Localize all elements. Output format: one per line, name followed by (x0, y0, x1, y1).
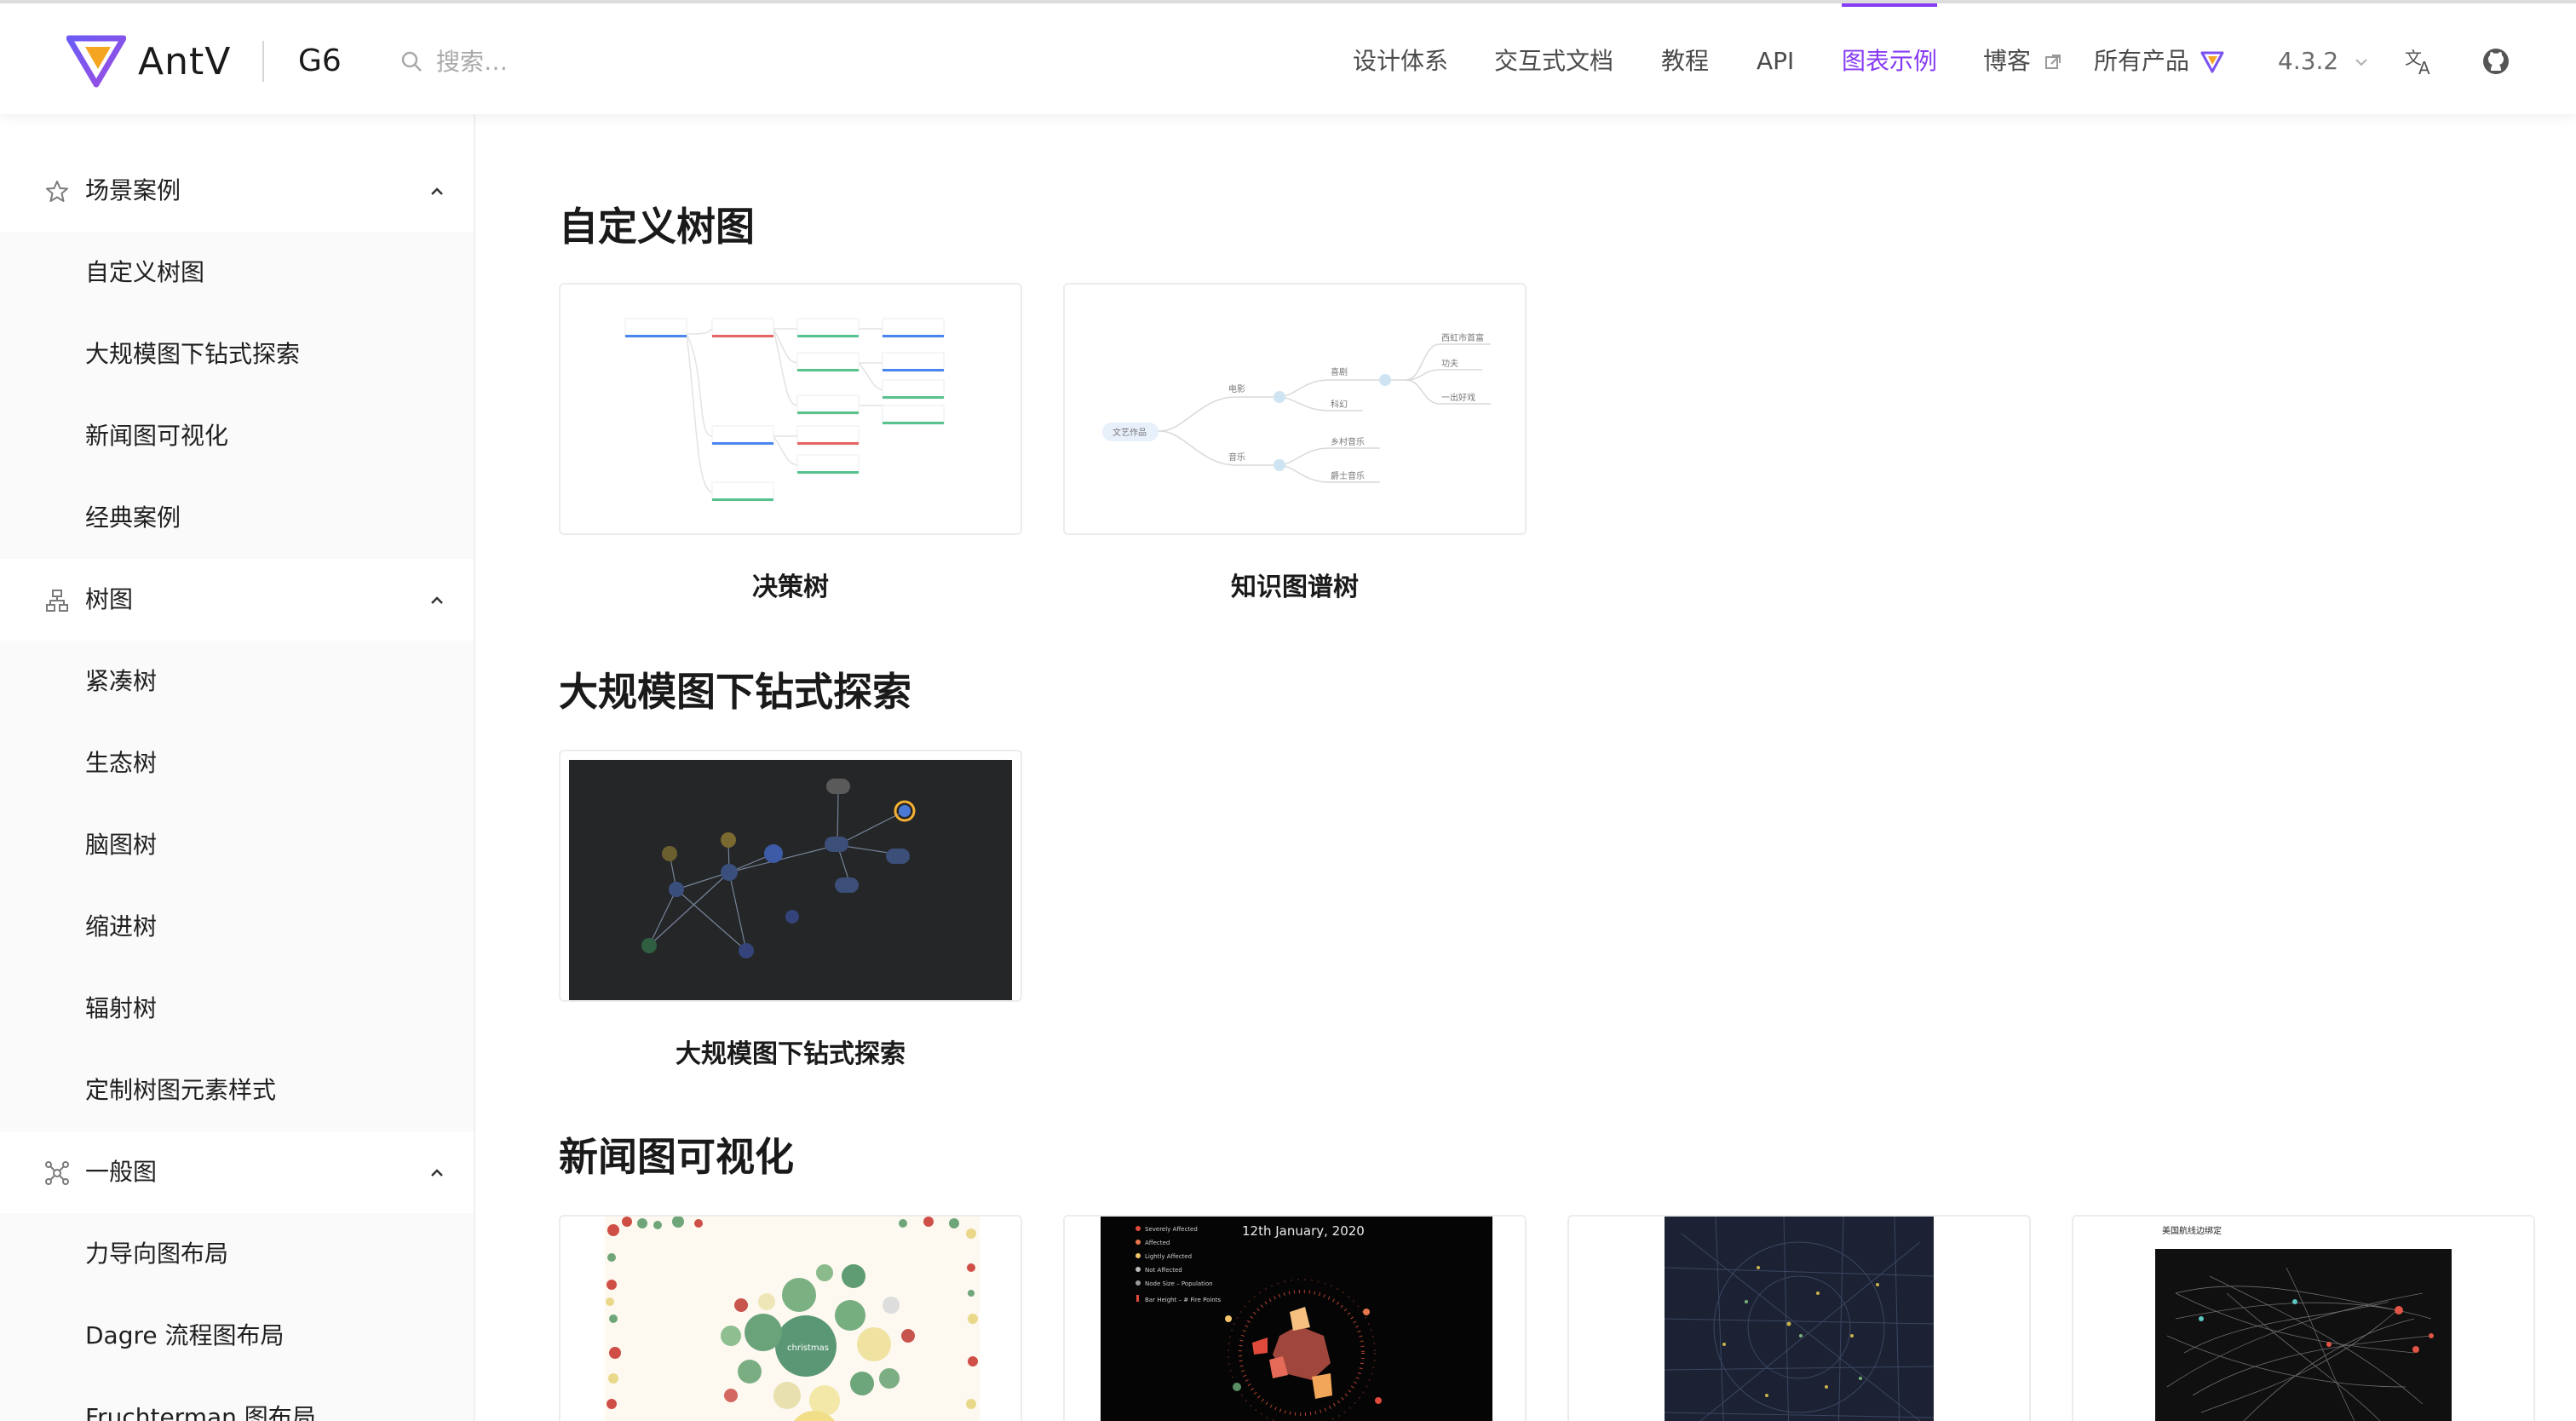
knowledge-tree-thumbnail: 文艺作品 电影 音乐 喜剧 科幻 乡村音乐 爵士音乐 西虹市首富 功夫 一出好戏 (1102, 332, 1491, 483)
sidebar-item-custom-tree-style[interactable]: 定制树图元素样式 (0, 1050, 474, 1131)
example-card-news-bubbles[interactable]: christmas (559, 1215, 1022, 1421)
legend-label: Node Size – Population (1145, 1280, 1213, 1287)
sidebar-item-mindmap[interactable]: 脑图树 (0, 804, 474, 886)
sidebar-item-fruchterman-layout[interactable]: Fruchterman 图布局 (0, 1377, 474, 1421)
sidebar-sublist-graph: 力导向图布局 Dagre 流程图布局 Fruchterman 图布局 (0, 1213, 474, 1421)
sidebar-sublist-scenarios: 自定义树图 大规模图下钻式探索 新闻图可视化 经典案例 (0, 232, 474, 559)
kg-music-label: 音乐 (1228, 452, 1245, 463)
example-card-news-fire[interactable]: 12th January, 2020 Severely Affected Aff… (1063, 1215, 1527, 1421)
section-title: 自定义树图 (559, 204, 755, 250)
section-title: 大规模图下钻式探索 (559, 669, 911, 715)
antv-logo-icon (66, 35, 126, 88)
legend-label: Affected (1145, 1240, 1170, 1246)
example-card-news-city-map[interactable] (1567, 1215, 2031, 1421)
tree-icon (46, 590, 68, 612)
nav-examples[interactable]: 图表示例 (1842, 46, 1937, 77)
card-label[interactable]: 大规模图下钻式探索 (559, 1033, 1022, 1070)
news-date-label: 12th January, 2020 (1242, 1223, 1365, 1239)
sidebar-item-indented-tree[interactable]: 缩进树 (0, 886, 474, 968)
kg-movie-label: 电影 (1228, 383, 1245, 394)
nav-design-system[interactable]: 设计体系 (1353, 46, 1448, 77)
nav-interactive-docs[interactable]: 交互式文档 (1494, 46, 1613, 77)
search-input[interactable] (436, 47, 692, 76)
news-city-map-thumbnail (1665, 1217, 1934, 1421)
sidebar: 场景案例 自定义树图 大规模图下钻式探索 新闻图可视化 经典案例 树图 紧凑树 … (0, 114, 475, 1421)
sidebar-item-dagre-layout[interactable]: Dagre 流程图布局 (0, 1295, 474, 1377)
language-icon[interactable]: 文 A (2401, 43, 2438, 80)
nav-blog[interactable]: 博客 (1983, 46, 2062, 77)
chevron-up-icon (431, 1169, 443, 1176)
decision-tree-thumbnail (624, 318, 945, 502)
sidebar-item-classic[interactable]: 经典案例 (0, 477, 474, 559)
version-label: 4.3.2 (2278, 47, 2339, 75)
version-select[interactable]: 4.3.2 (2278, 46, 2370, 77)
kg-node-label: 乡村音乐 (1331, 436, 1365, 447)
logo-text: AntV (138, 39, 232, 83)
product-name[interactable]: G6 (298, 41, 342, 82)
sidebar-item-custom-tree[interactable]: 自定义树图 (0, 232, 474, 314)
kg-node-label: 功夫 (1441, 359, 1458, 369)
drill-down-thumbnail (569, 760, 1012, 1000)
top-header: AntV G6 设计体系 交互式文档 教程 API 图表示例 博客 所有产品 (0, 0, 2576, 114)
chevron-up-icon (431, 187, 443, 195)
svg-text:A: A (2418, 58, 2430, 78)
news-bubbles-thumbnail: christmas (605, 1217, 980, 1421)
example-card-flight-edges[interactable]: 美国航线边绑定 (2072, 1215, 2535, 1421)
legend-label: Not Affected (1145, 1267, 1182, 1274)
sidebar-item-news-graph[interactable]: 新闻图可视化 (0, 395, 474, 477)
kg-node-label: 爵士音乐 (1331, 470, 1365, 481)
star-icon (46, 181, 68, 202)
legend-label: Bar Height – # Fire Points (1145, 1297, 1221, 1303)
sidebar-group-label: 场景案例 (85, 176, 181, 204)
sidebar-group-scenarios[interactable]: 场景案例 (0, 150, 474, 232)
example-card-knowledge-tree[interactable]: 文艺作品 电影 音乐 喜剧 科幻 乡村音乐 爵士音乐 西虹市首富 功夫 一出好戏 (1063, 283, 1527, 535)
kg-root-label: 文艺作品 (1113, 427, 1147, 438)
example-card-drill-down[interactable] (559, 750, 1022, 1002)
card-label[interactable]: 知识图谱树 (1063, 566, 1527, 603)
chevron-up-icon (431, 596, 443, 604)
external-link-icon (2044, 55, 2061, 69)
sidebar-item-drill-down[interactable]: 大规模图下钻式探索 (0, 314, 474, 395)
main-content: 自定义树图 决策树 文艺作品 电影 音乐 喜剧 科幻 乡村音乐 爵士音乐 西虹市… (475, 114, 2576, 1421)
nav-all-products[interactable]: 所有产品 (2094, 46, 2224, 77)
antv-logo[interactable]: AntV (66, 34, 231, 89)
news-fire-thumbnail: 12th January, 2020 Severely Affected Aff… (1101, 1217, 1492, 1421)
flight-title: 美国航线边绑定 (2162, 1225, 2222, 1236)
chevron-down-icon (2355, 59, 2367, 66)
kg-node-label: 西虹市首富 (1441, 332, 1484, 343)
sidebar-sublist-tree: 紧凑树 生态树 脑图树 缩进树 辐射树 定制树图元素样式 (0, 641, 474, 1131)
sidebar-item-force-layout[interactable]: 力导向图布局 (0, 1213, 474, 1295)
nav-all-products-label: 所有产品 (2094, 47, 2190, 75)
section-title: 新闻图可视化 (559, 1134, 794, 1180)
sidebar-item-compact-tree[interactable]: 紧凑树 (0, 641, 474, 722)
nav-tutorial[interactable]: 教程 (1661, 46, 1709, 77)
card-label[interactable]: 决策树 (559, 566, 1022, 603)
nav-blog-label: 博客 (1983, 47, 2032, 75)
sidebar-item-radial-tree[interactable]: 辐射树 (0, 968, 474, 1050)
kg-node-label: 喜剧 (1331, 366, 1348, 377)
github-icon[interactable] (2477, 43, 2515, 80)
legend-label: Severely Affected (1145, 1226, 1198, 1233)
search-icon (401, 51, 422, 72)
sidebar-group-graph[interactable]: 一般图 (0, 1131, 474, 1213)
search-box[interactable] (400, 41, 692, 82)
sidebar-group-tree[interactable]: 树图 (0, 559, 474, 641)
legend-label: Lightly Affected (1145, 1253, 1192, 1260)
sidebar-group-label: 一般图 (85, 1158, 158, 1186)
graph-icon (45, 1161, 69, 1185)
kg-node-label: 科幻 (1331, 399, 1348, 410)
sidebar-group-label: 树图 (85, 585, 134, 613)
sidebar-item-dendrogram[interactable]: 生态树 (0, 722, 474, 804)
nav-active-indicator (1842, 3, 1937, 7)
antv-logo-icon (2200, 51, 2224, 73)
example-card-decision-tree[interactable] (559, 283, 1022, 535)
kg-node-label: 一出好戏 (1441, 392, 1475, 403)
nav-api[interactable]: API (1757, 46, 1794, 77)
logo-divider (262, 41, 264, 82)
flight-edges-thumbnail: 美国航线边绑定 (2073, 1217, 2533, 1421)
bubble-center-label: christmas (787, 1343, 829, 1353)
